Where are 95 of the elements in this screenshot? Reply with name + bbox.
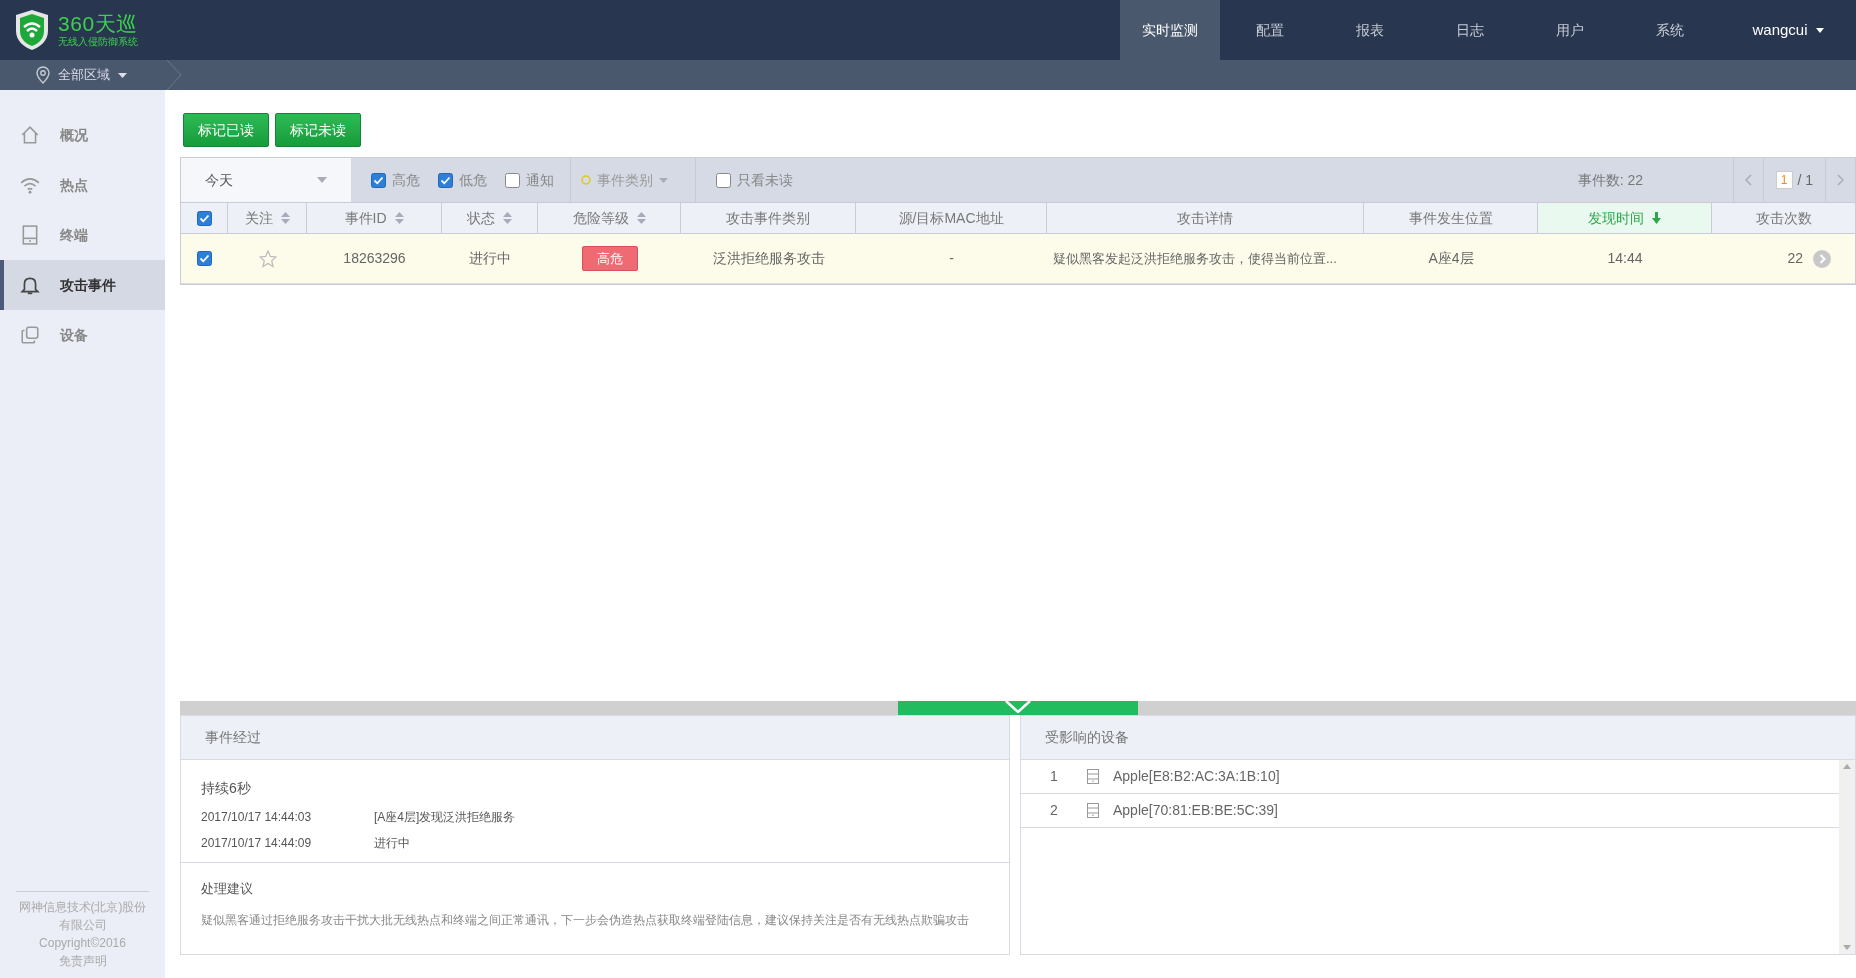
chevron-right-icon	[1837, 174, 1844, 186]
home-icon	[20, 125, 40, 145]
checkbox[interactable]	[716, 172, 731, 188]
nav-tab[interactable]: 日志	[1420, 0, 1520, 60]
checkbox-label: 低危	[459, 170, 487, 190]
table-cell-text: 泛洪拒绝服务攻击	[712, 249, 825, 268]
action-button[interactable]: 标记未读	[275, 113, 361, 147]
footer-text: Copyright©2016	[39, 935, 126, 952]
caret-icon	[118, 72, 127, 78]
footer-text: 网神信息技术(北京)股份有限公司	[17, 899, 148, 934]
device-icon	[1087, 803, 1099, 818]
device-icon	[20, 225, 40, 245]
caret-icon	[1815, 27, 1824, 33]
column-header: 攻击详情	[1047, 203, 1364, 233]
checkbox[interactable]	[505, 172, 520, 188]
logo-subtitle: 无线入侵防御系统	[58, 37, 138, 47]
page-total: / 1	[1797, 170, 1814, 190]
region-selector[interactable]: 全部区域	[0, 60, 165, 90]
sidebar-item[interactable]: 攻击事件	[0, 260, 165, 310]
checkbox[interactable]	[371, 172, 386, 188]
duration-text: 持续6秒	[201, 779, 252, 798]
column-header[interactable]: 关注	[228, 203, 307, 233]
table-cell-text: 22	[1787, 249, 1803, 268]
column-header[interactable]: 危险等级	[538, 203, 681, 233]
device-icon	[1087, 769, 1099, 784]
row-number: 1	[1049, 767, 1059, 786]
page-number-field[interactable]: 1	[1775, 171, 1793, 189]
chevron-down-icon	[1005, 701, 1031, 713]
sort-icon	[280, 212, 290, 224]
scroll-down-icon	[1843, 945, 1851, 950]
nav-tab[interactable]: 实时监测	[1120, 0, 1220, 60]
sidebar-item[interactable]: 概况	[0, 110, 165, 160]
sidebar-item[interactable]: 设备	[0, 310, 165, 360]
table-cell-text: 疑似黑客发起泛洪拒绝服务攻击，使得当前位置...	[1053, 249, 1337, 268]
table-cell-text: 进行中	[469, 249, 511, 268]
sidebar-item[interactable]: 热点	[0, 160, 165, 210]
column-header[interactable]: 发现时间	[1538, 203, 1712, 233]
timestamp: 2017/10/17 14:44:03	[201, 809, 313, 826]
column-header: 源/目标MAC地址	[856, 203, 1047, 233]
date-dropdown[interactable]: 今天	[181, 158, 351, 202]
star-icon[interactable]	[258, 249, 277, 268]
device-name: Apple[E8:B2:AC:3A:1B:10]	[1113, 767, 1280, 786]
table-cell-text: 18263296	[343, 249, 406, 268]
column-header[interactable]: 状态	[442, 203, 538, 233]
nav-tab[interactable]: 报表	[1320, 0, 1420, 60]
table-cell-text: A座4层	[1428, 249, 1474, 268]
column-header[interactable]: 事件ID	[307, 203, 442, 233]
device-name: Apple[70:81:EB:BE:5C:39]	[1113, 801, 1278, 820]
shield-logo-icon	[14, 9, 50, 51]
select-all-checkbox[interactable]	[196, 210, 212, 226]
panel-toggle-handle[interactable]	[898, 701, 1138, 715]
checkbox-label: 通知	[526, 170, 554, 190]
user-menu[interactable]: wangcui	[1720, 0, 1856, 60]
device-row[interactable]: 1 Apple[E8:B2:AC:3A:1B:10]	[1021, 760, 1839, 794]
checkbox-label: 只看未读	[737, 170, 793, 190]
sort-icon	[394, 212, 404, 224]
table-cell-text: -	[949, 249, 954, 268]
arrow-down-icon	[1652, 212, 1661, 224]
event-count: 事件数: 22	[1577, 170, 1644, 190]
nav-tab[interactable]: 系统	[1620, 0, 1720, 60]
nav-tab[interactable]: 用户	[1520, 0, 1620, 60]
timestamp: 2017/10/17 14:44:09	[201, 835, 313, 852]
status-dot-icon	[581, 175, 591, 185]
row-number: 2	[1049, 801, 1059, 820]
location-pin-icon	[36, 66, 50, 84]
history-entry: [A座4层]发现泛洪拒绝服务	[374, 809, 516, 826]
table-row[interactable]: 18263296 进行中 高危 泛洪拒绝服务攻击 - 疑似黑客发起泛洪拒绝服务攻击，使得当前位置... A座4层 14:44 22	[181, 234, 1855, 284]
checkbox[interactable]	[438, 172, 453, 188]
device-row[interactable]: 2 Apple[70:81:EB:BE:5C:39]	[1021, 794, 1839, 828]
column-header: 攻击事件类别	[681, 203, 856, 233]
copy-icon	[20, 325, 40, 345]
checkbox-label: 高危	[392, 170, 420, 190]
advice-title: 处理建议	[201, 880, 254, 898]
sidebar-item[interactable]: 终端	[0, 210, 165, 260]
scrollbar[interactable]	[1839, 760, 1855, 954]
panel-title: 事件经过	[205, 728, 261, 747]
scroll-up-icon	[1843, 764, 1851, 769]
sort-icon	[503, 212, 512, 224]
danger-level-tag: 高危	[581, 245, 638, 272]
advice-text: 疑似黑客通过拒绝服务攻击干扰大批无线热点和终端之间正常通讯，下一步会伪造热点获取终端登陆信息，建议保持关注是否有无线热点欺骗攻击	[201, 911, 970, 929]
sort-icon	[636, 212, 646, 224]
nav-tab[interactable]: 配置	[1220, 0, 1320, 60]
wifi-icon	[20, 175, 40, 195]
column-header: 攻击次数	[1754, 208, 1813, 228]
action-button[interactable]: 标记已读	[183, 113, 269, 147]
row-checkbox[interactable]	[197, 251, 212, 266]
panel-title: 受影响的设备	[1045, 728, 1129, 747]
chevron-left-icon	[1745, 174, 1752, 186]
caret-icon	[317, 177, 327, 183]
table-cell-text: 14:44	[1607, 249, 1643, 268]
history-entry: 进行中	[374, 835, 410, 852]
bell-icon	[20, 275, 40, 295]
caret-icon	[659, 177, 668, 183]
logo-title: 360天巡	[58, 13, 138, 34]
breadcrumb-chevron-icon	[165, 60, 183, 90]
